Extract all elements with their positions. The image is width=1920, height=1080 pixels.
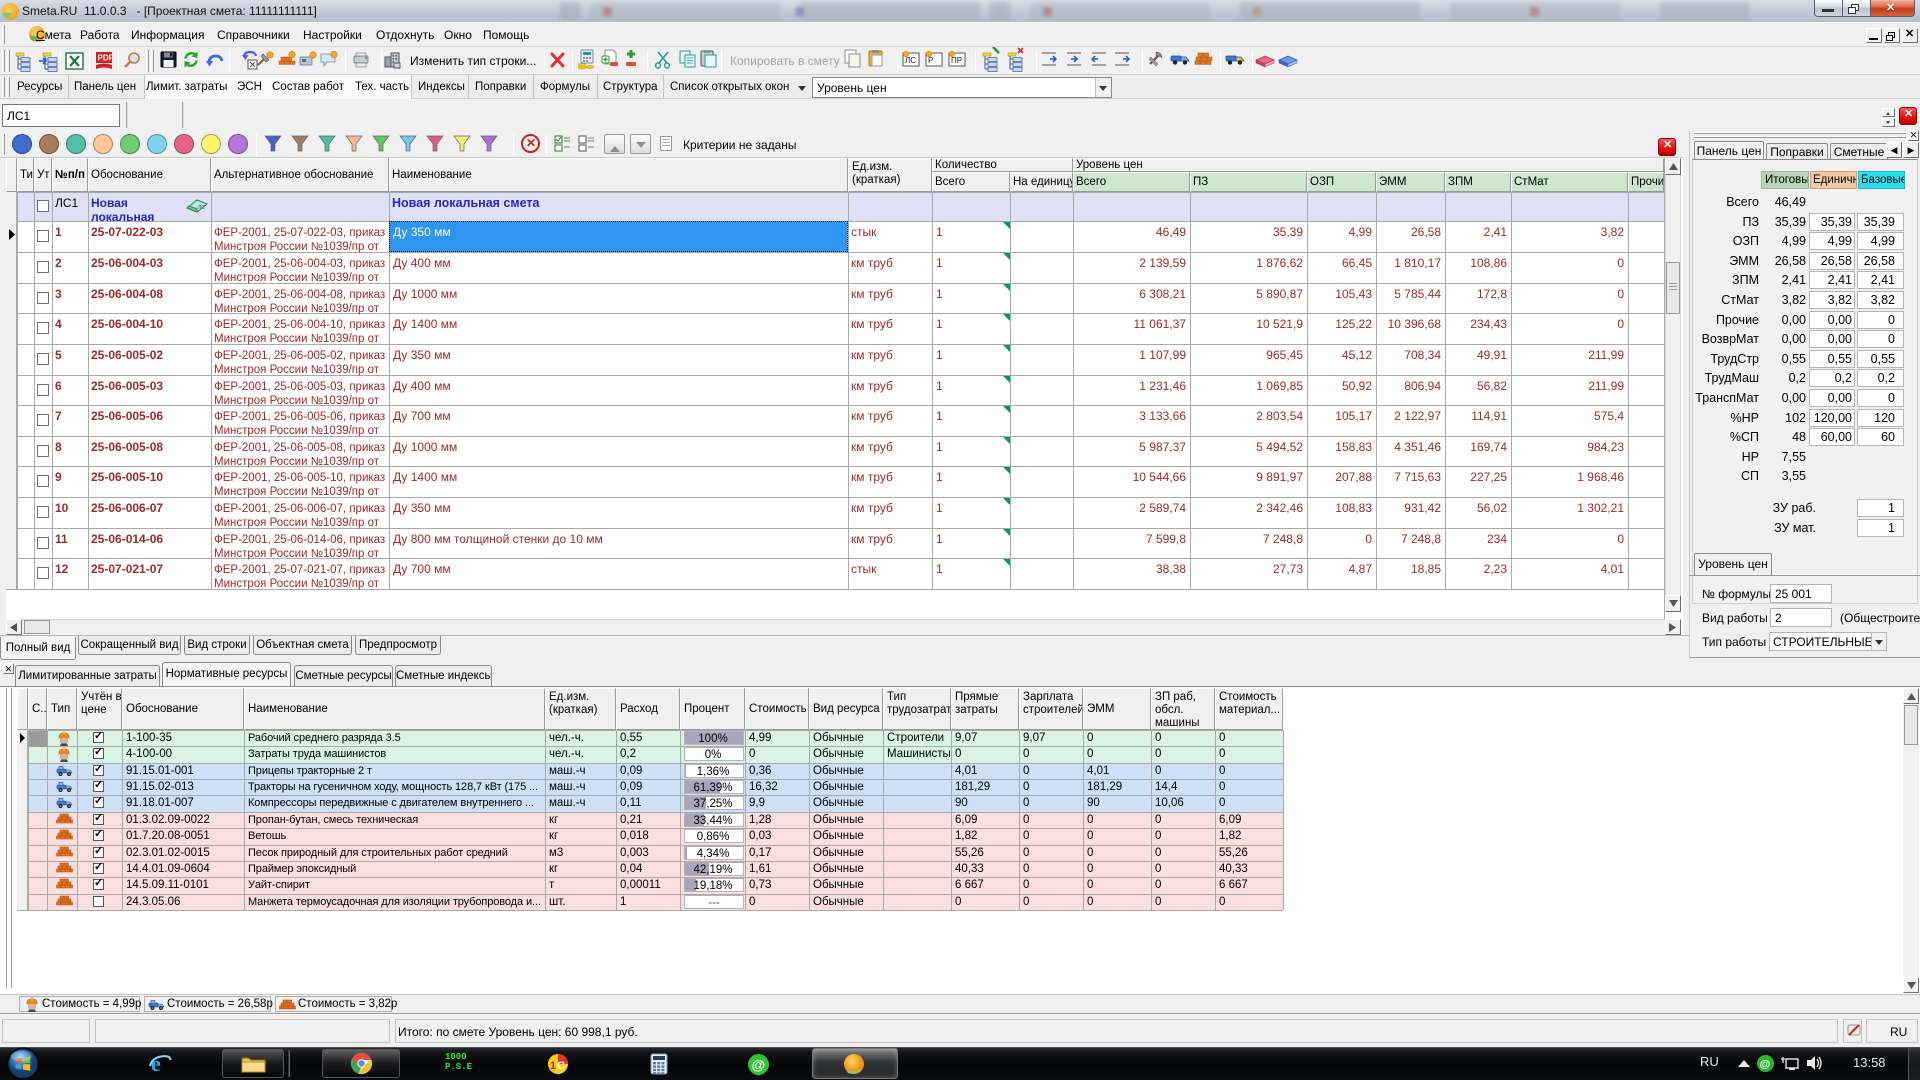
svg-text:PDF: PDF: [98, 54, 114, 63]
svg-text:e: e: [151, 1052, 161, 1076]
svg-text:@: @: [752, 1057, 766, 1073]
svg-text:С: С: [557, 1060, 565, 1072]
svg-text:ЛС: ЛС: [905, 56, 916, 65]
svg-text:@: @: [1760, 1059, 1771, 1071]
svg-text:Р: Р: [928, 56, 933, 65]
svg-text:ЛС: ЛС: [198, 205, 205, 211]
svg-text:1: 1: [550, 1060, 556, 1072]
svg-text:ПР: ПР: [951, 56, 962, 65]
